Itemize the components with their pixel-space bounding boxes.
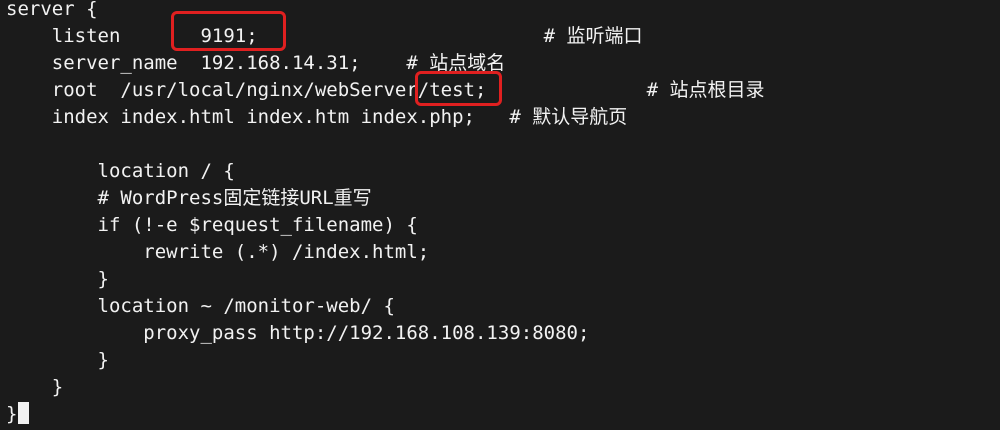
- code-line-3: server_name 192.168.14.31; # 站点域名: [6, 52, 506, 74]
- terminal-window[interactable]: server { listen 9191; # 监听端口 server_name…: [0, 0, 1000, 430]
- code-line-13: proxy_pass http://192.168.108.139:8080;: [6, 322, 590, 344]
- code-line-11: }: [6, 268, 109, 290]
- code-line-14: }: [6, 349, 109, 371]
- code-line-8: # WordPress固定链接URL重写: [6, 187, 372, 209]
- code-line-16: }: [6, 401, 30, 428]
- code-line-12: location ~ /monitor-web/ {: [6, 295, 395, 317]
- code-line-5: index index.html index.htm index.php; # …: [6, 106, 628, 128]
- code-line-4: root /usr/local/nginx/webServer/test; # …: [6, 79, 765, 101]
- code-line-15: }: [6, 376, 64, 398]
- code-line-10: rewrite (.*) /index.html;: [6, 241, 430, 263]
- code-line-9: if (!-e $request_filename) {: [6, 214, 418, 236]
- code-line-2: listen 9191; # 监听端口: [6, 25, 643, 47]
- code-line-1: server {: [6, 0, 98, 20]
- text-cursor: [18, 402, 30, 424]
- code-line-7: location / {: [6, 160, 235, 182]
- closing-brace: }: [6, 403, 18, 425]
